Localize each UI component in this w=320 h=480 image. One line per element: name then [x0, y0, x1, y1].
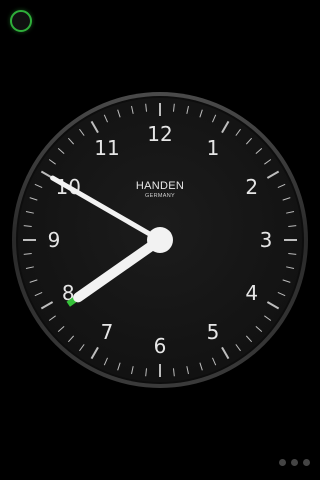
- brand-sublabel: GERMANY: [145, 193, 175, 199]
- clock-screen: 121234567891011 HANDEN GERMANY: [0, 0, 320, 480]
- page-indicator[interactable]: [279, 459, 310, 466]
- numeral-6: 6: [154, 334, 167, 358]
- brand-label: HANDEN: [136, 180, 184, 192]
- numeral-12: 12: [147, 122, 172, 146]
- analog-clock: 121234567891011 HANDEN GERMANY: [12, 92, 308, 388]
- numeral-11: 11: [94, 136, 119, 160]
- numeral-7: 7: [101, 320, 114, 344]
- numeral-3: 3: [260, 228, 273, 252]
- page-dot-icon[interactable]: [279, 459, 286, 466]
- page-dot-icon[interactable]: [303, 459, 310, 466]
- page-dot-icon[interactable]: [291, 459, 298, 466]
- center-cap: [147, 227, 173, 253]
- numeral-9: 9: [48, 228, 61, 252]
- numeral-1: 1: [207, 136, 220, 160]
- numeral-5: 5: [207, 320, 220, 344]
- numeral-4: 4: [245, 281, 258, 305]
- numeral-2: 2: [245, 175, 258, 199]
